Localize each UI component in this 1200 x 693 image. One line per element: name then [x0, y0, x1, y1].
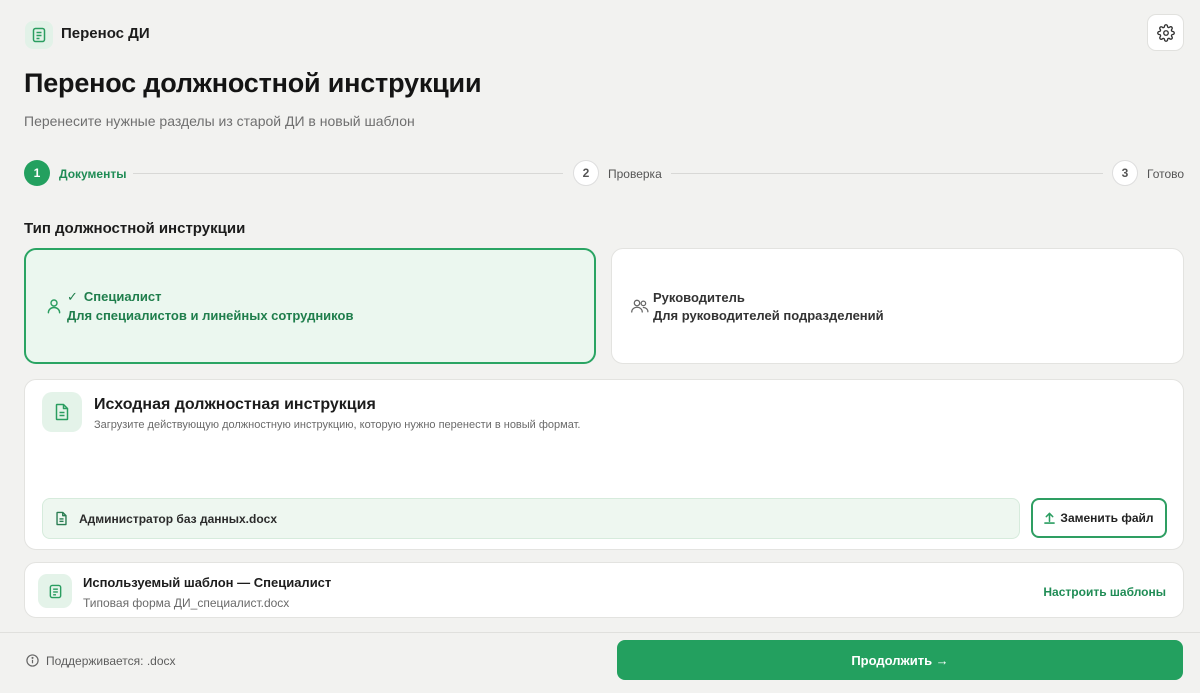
template-card: Используемый шаблон — Специалист Типовая… [24, 562, 1184, 618]
step-1-circle: 1 [24, 160, 50, 186]
replace-file-label: Заменить файл [1060, 511, 1154, 525]
source-document-card: Исходная должностная инструкция Загрузит… [24, 379, 1184, 550]
type-card-description: Для специалистов и линейных сотрудников [67, 308, 354, 323]
page-title: Перенос должностной инструкции [24, 68, 482, 98]
type-section-title: Тип должностной инструкции [24, 220, 246, 237]
uploaded-file-name: Администратор баз данных.docx [79, 511, 278, 526]
step-3-label: Готово [1147, 167, 1185, 181]
step-connector [133, 173, 563, 174]
users-icon [630, 296, 650, 316]
page-subtitle: Перенесите нужные разделы из старой ДИ в… [24, 113, 415, 129]
template-file-name: Типовая форма ДИ_специалист.docx [83, 596, 290, 610]
template-title: Используемый шаблон — Специалист [83, 575, 332, 590]
step-3-circle: 3 [1112, 160, 1138, 186]
step-1-label: Документы [59, 167, 127, 181]
app-logo-icon [25, 21, 53, 49]
check-icon: ✓ [67, 289, 78, 304]
step-connector [671, 173, 1103, 174]
user-icon [44, 296, 64, 316]
file-icon [56, 511, 67, 526]
type-card-description: Для руководителей подразделений [653, 307, 884, 323]
settings-button[interactable] [1147, 14, 1184, 51]
supported-formats-text: Поддерживается: .docx [46, 654, 176, 668]
continue-button[interactable]: Продолжить → [617, 640, 1183, 680]
step-2-label: Проверка [608, 167, 662, 181]
uploaded-file-chip: Администратор баз данных.docx [42, 498, 1020, 539]
step-2-circle: 2 [573, 160, 599, 186]
app-title: Перенос ДИ [61, 25, 150, 42]
upload-arrow-icon [1044, 512, 1056, 524]
type-card-name: Специалист [83, 289, 162, 304]
type-card-name: Руководитель [653, 289, 745, 305]
replace-file-button[interactable]: Заменить файл [1031, 498, 1167, 538]
template-icon [38, 574, 72, 608]
type-card-manager[interactable]: Руководитель Для руководителей подраздел… [611, 248, 1184, 364]
configure-templates-link[interactable]: Настроить шаблоны [1043, 585, 1166, 599]
document-icon [42, 392, 82, 432]
type-card-specialist[interactable]: ✓ Специалист Для специалистов и линейных … [24, 248, 596, 364]
gear-icon [1156, 23, 1175, 42]
info-icon [26, 654, 39, 667]
source-document-title: Исходная должностная инструкция [94, 396, 376, 413]
source-document-description: Загрузите действующую должностную инстру… [94, 419, 581, 431]
footer-divider [0, 632, 1200, 633]
